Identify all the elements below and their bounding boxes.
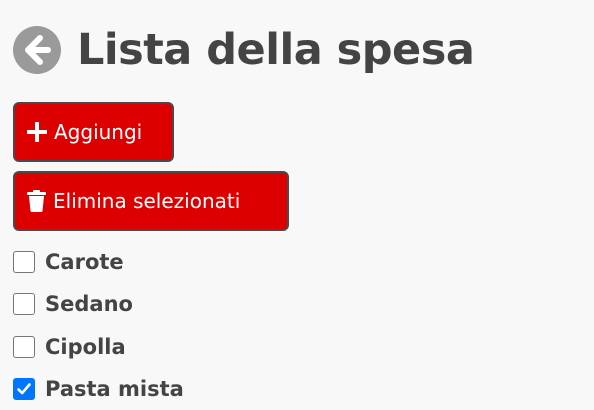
- item-label[interactable]: Carote: [45, 250, 124, 274]
- item-checkbox[interactable]: [13, 336, 35, 358]
- list-item[interactable]: Carote: [13, 249, 124, 275]
- item-label[interactable]: Sedano: [45, 292, 133, 316]
- delete-selected-button[interactable]: Elimina selezionati: [13, 171, 289, 231]
- checkmark-icon: [17, 383, 31, 395]
- plus-icon: [27, 122, 47, 142]
- item-label[interactable]: Cipolla: [45, 335, 126, 359]
- trash-icon: [27, 190, 46, 212]
- list-item[interactable]: Pasta mista: [13, 376, 184, 402]
- item-label[interactable]: Pasta mista: [45, 377, 184, 401]
- header: Lista della spesa: [13, 22, 475, 78]
- item-checkbox[interactable]: [13, 378, 35, 400]
- item-checkbox[interactable]: [13, 251, 35, 273]
- add-button[interactable]: Aggiungi: [13, 102, 174, 162]
- list-item[interactable]: Sedano: [13, 291, 133, 317]
- arrow-left-circle-icon[interactable]: [13, 26, 61, 74]
- delete-selected-button-label: Elimina selezionati: [53, 189, 241, 213]
- add-button-label: Aggiungi: [54, 120, 143, 144]
- page-title: Lista della spesa: [77, 25, 475, 75]
- item-checkbox[interactable]: [13, 293, 35, 315]
- list-item[interactable]: Cipolla: [13, 334, 126, 360]
- shopping-list-page: Lista della spesa Aggiungi Elimina selez…: [0, 0, 594, 410]
